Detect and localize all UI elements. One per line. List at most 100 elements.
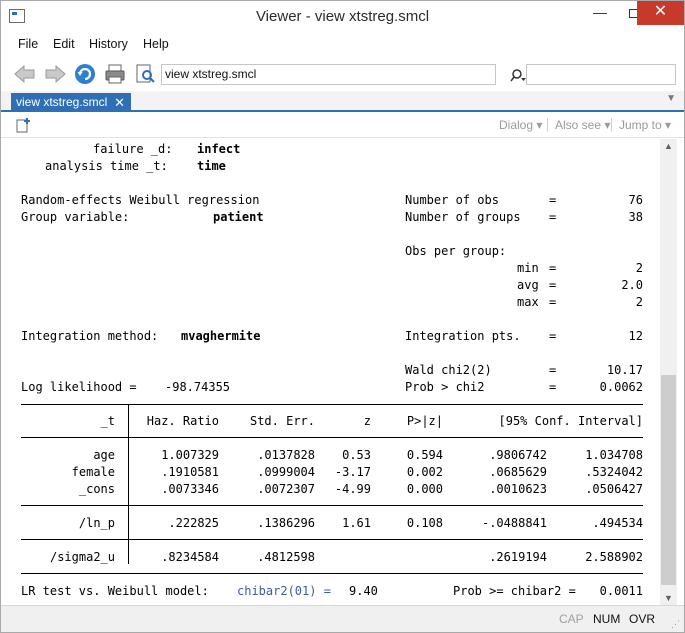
cell: .8234584 <box>161 550 219 564</box>
cell: .2619194 <box>489 550 547 564</box>
table-row: /ln_p .222825 .1386296 1.61 0.108 -.0488… <box>21 515 643 532</box>
header-depvar: _t <box>100 414 115 428</box>
table-rule <box>21 437 643 438</box>
eq-sign: = <box>549 363 557 377</box>
eq-sign: = <box>549 380 557 394</box>
status-bar: CAP NUM OVR ⋰ <box>1 605 684 632</box>
failure-line: failure _d: infect <box>21 141 240 158</box>
table-row: /sigma2_u .8234584 .4812598 .2619194 2.5… <box>21 549 643 566</box>
failure-value: infect <box>197 142 241 156</box>
minimize-button[interactable]: — <box>583 1 617 25</box>
tab-close-icon[interactable]: ✕ <box>114 93 125 112</box>
min-value: 2 <box>635 261 643 275</box>
cap-indicator: CAP <box>559 612 584 626</box>
prob-label: Prob > chi2 <box>405 380 485 394</box>
menu-help[interactable]: Help <box>143 37 169 51</box>
min-label: min <box>517 261 539 275</box>
separator <box>547 118 548 132</box>
avg-value: 2.0 <box>621 278 643 292</box>
viewer-content: Dialog ▾ Also see ▾ Jump to ▾ failure _d… <box>1 112 684 605</box>
toolbar: view xtstreg.smcl <box>1 56 684 91</box>
group-var-line: Group variable: patient Number of groups… <box>21 209 643 226</box>
table-row: age 1.007329 .0137828 0.53 0.594 .980674… <box>21 447 643 464</box>
cell: .0506427 <box>585 482 643 496</box>
scroll-up-icon[interactable]: ▲ <box>664 141 673 151</box>
cell: 2.588902 <box>585 550 643 564</box>
cell: -.0488841 <box>481 516 547 530</box>
print-icon[interactable] <box>103 62 127 86</box>
header-z: z <box>363 414 371 428</box>
min-line: min = 2 <box>21 260 643 277</box>
cell: -3.17 <box>334 465 371 479</box>
search-input[interactable] <box>526 64 676 85</box>
title-bar: Viewer - view xtstreg.smcl — ✕ <box>1 1 684 32</box>
results-output: failure _d: infect analysis time _t: tim… <box>21 139 661 605</box>
lr-prob-value: 0.0011 <box>599 584 643 598</box>
scroll-thumb[interactable] <box>661 375 676 585</box>
loglik-label: Log likelihood = <box>21 380 137 394</box>
integration-pts-label: Integration pts. <box>405 329 521 343</box>
row-label: _cons <box>78 482 115 496</box>
table-rule <box>21 505 643 506</box>
viewer-window: Viewer - view xtstreg.smcl — ✕ File Edit… <box>0 0 685 633</box>
ngroups-value: 38 <box>628 210 643 224</box>
cell: 0.108 <box>406 516 443 530</box>
table-rule <box>21 539 643 540</box>
tab-xtstreg[interactable]: view xtstreg.smcl ✕ <box>11 93 131 112</box>
num-indicator: NUM <box>593 612 621 626</box>
integration-label: Integration method: <box>21 329 159 343</box>
integration-value: mvaghermite <box>181 329 261 343</box>
loglik-value: -98.74355 <box>165 380 231 394</box>
eq-sign: = <box>549 261 557 275</box>
lr-prob-label: Prob >= chibar2 = <box>453 584 576 598</box>
failure-label: failure _d: <box>93 142 173 156</box>
integration-pts-value: 12 <box>628 329 643 343</box>
cell: .5324042 <box>585 465 643 479</box>
also-see-button[interactable]: Also see ▾ <box>555 118 610 132</box>
avg-label: avg <box>517 278 539 292</box>
window-title: Viewer - view xtstreg.smcl <box>255 8 430 25</box>
forward-arrow-icon[interactable] <box>43 62 67 86</box>
cell: .0072307 <box>257 482 315 496</box>
dialog-button[interactable]: Dialog ▾ <box>499 118 542 132</box>
cell: .1386296 <box>257 516 315 530</box>
loglik-line: Log likelihood = -98.74355 Prob > chi2 =… <box>21 379 643 396</box>
new-tab-icon[interactable] <box>15 117 31 133</box>
eq-sign: = <box>549 278 557 292</box>
header-conf-interval: [95% Conf. Interval] <box>498 414 644 428</box>
row-label: female <box>71 465 115 479</box>
address-input[interactable]: view xtstreg.smcl <box>161 64 496 85</box>
cell: .222825 <box>168 516 219 530</box>
row-label: /ln_p <box>78 516 115 530</box>
jump-to-button[interactable]: Jump to ▾ <box>619 118 671 132</box>
max-line: max = 2 <box>21 294 643 311</box>
eq-sign: = <box>549 329 557 343</box>
close-button[interactable]: ✕ <box>637 1 684 25</box>
integration-line: Integration method: mvaghermite Integrat… <box>21 328 643 345</box>
menu-history[interactable]: History <box>89 37 128 51</box>
menu-file[interactable]: File <box>18 37 38 51</box>
menu-edit[interactable]: Edit <box>53 37 75 51</box>
refresh-icon[interactable] <box>73 62 97 86</box>
group-var-label: Group variable: <box>21 210 130 224</box>
max-label: max <box>517 295 539 309</box>
time-value: time <box>197 159 226 173</box>
header-pvalue: P>|z| <box>406 414 443 428</box>
vertical-scrollbar[interactable]: ▲ ▼ <box>660 139 677 605</box>
cell: .0073346 <box>161 482 219 496</box>
eq-sign: = <box>549 295 557 309</box>
lr-stat-label: chibar2(01) = <box>237 584 331 598</box>
search-icon[interactable] <box>509 67 527 83</box>
resize-grip-icon[interactable]: ⋰ <box>671 619 681 629</box>
scroll-down-icon[interactable]: ▼ <box>664 593 673 603</box>
find-in-page-icon[interactable] <box>133 62 157 86</box>
separator <box>611 118 612 132</box>
cell: .0999004 <box>257 465 315 479</box>
back-arrow-icon[interactable] <box>13 62 37 86</box>
wald-value: 10.17 <box>606 363 643 377</box>
prob-value: 0.0062 <box>599 380 643 394</box>
cell: 1.034708 <box>585 448 643 462</box>
chevron-down-icon[interactable]: ▼ <box>666 93 676 104</box>
time-line: analysis time _t: time <box>21 158 226 175</box>
tab-strip: view xtstreg.smcl ✕ ▼ <box>1 91 684 112</box>
